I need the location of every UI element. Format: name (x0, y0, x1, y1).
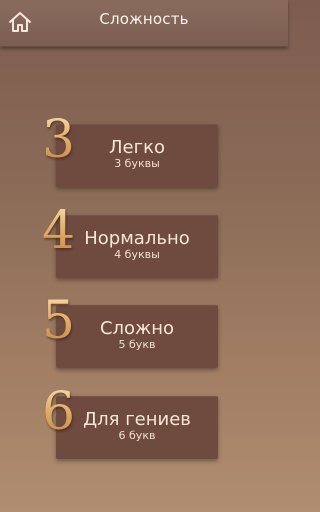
level-letters: 3 буквы (114, 157, 160, 170)
level-name: Легко (109, 137, 165, 158)
level-hard-button[interactable]: Сложно 5 букв (56, 305, 218, 368)
level-letters: 6 букв (118, 429, 156, 442)
top-bar: Сложность (0, 0, 288, 47)
level-letters: 5 букв (118, 338, 156, 351)
level-genius-button[interactable]: Для гениев 6 букв (56, 396, 218, 459)
page-title: Сложность (99, 10, 189, 28)
level-name: Для гениев (83, 409, 191, 430)
level-name: Нормально (84, 228, 190, 249)
level-name: Сложно (99, 318, 175, 339)
level-easy-button[interactable]: Легко 3 буквы (56, 124, 218, 187)
level-normal-button[interactable]: Нормально 4 буквы (56, 215, 218, 278)
level-letters: 4 буквы (114, 248, 160, 261)
